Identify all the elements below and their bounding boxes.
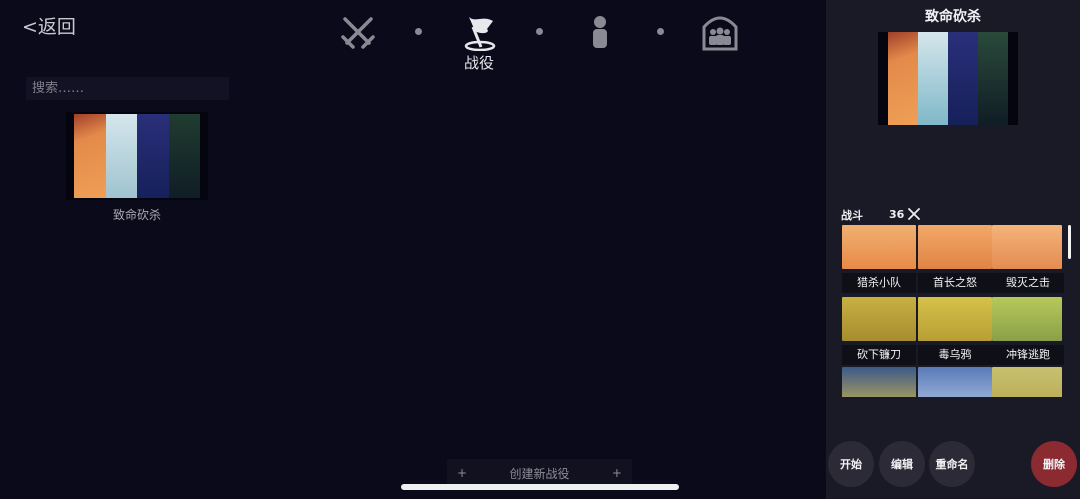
battle-name: 砍下镰刀 <box>842 345 916 365</box>
nav-separator-dot <box>657 28 664 35</box>
battle-name: 首长之怒 <box>918 273 992 293</box>
start-button[interactable]: 开始 <box>828 441 874 487</box>
person-icon[interactable] <box>580 12 620 52</box>
create-campaign-label: 创建新战役 <box>509 466 570 481</box>
top-navigation: 战役 <box>0 0 826 80</box>
nav-active-label: 战役 <box>463 54 494 72</box>
home-indicator <box>401 484 679 490</box>
campaign-thumbnail <box>66 112 208 200</box>
nav-separator-dot <box>536 28 543 35</box>
battle-item[interactable]: 首长之怒 <box>918 225 992 293</box>
battle-name: 毁灭之击 <box>992 273 1064 293</box>
group-icon[interactable] <box>700 12 740 52</box>
battle-grid: 猎杀小队 首长之怒 毁灭之击 砍下镰刀 毒乌鸦 冲锋逃跑 <box>842 225 1064 397</box>
battles-count-value: 36 <box>889 207 905 221</box>
battle-item[interactable] <box>918 367 992 397</box>
campaign-preview-image <box>878 32 1018 125</box>
battle-item[interactable]: 猎杀小队 <box>842 225 916 293</box>
delete-button[interactable]: 删除 <box>1031 441 1077 487</box>
battle-item[interactable]: 砍下镰刀 <box>842 297 916 365</box>
battles-label: 战斗 <box>841 209 863 222</box>
battle-name: 冲锋逃跑 <box>992 345 1064 365</box>
battle-item[interactable] <box>842 367 916 397</box>
battle-item[interactable]: 毒乌鸦 <box>918 297 992 365</box>
battles-count: 36 <box>889 207 921 221</box>
crossed-swords-icon[interactable] <box>338 12 378 52</box>
battle-item[interactable]: 冲锋逃跑 <box>992 297 1064 365</box>
battle-item[interactable]: 毁灭之击 <box>992 225 1064 293</box>
campaign-detail-panel: 致命砍杀 战斗 36 猎杀小队 首长之怒 毁灭之击 砍下镰刀 毒乌鸦 冲锋逃跑 … <box>826 0 1080 499</box>
panel-title: 致命砍杀 <box>925 9 981 25</box>
battle-item[interactable] <box>992 367 1064 397</box>
edit-button[interactable]: 编辑 <box>879 441 925 487</box>
plus-icon: + <box>611 466 622 480</box>
battle-name: 猎杀小队 <box>842 273 916 293</box>
rename-button[interactable]: 重命名 <box>929 441 975 487</box>
crossed-swords-icon <box>908 208 921 220</box>
flag-icon[interactable] <box>460 12 500 52</box>
create-campaign-button[interactable]: + 创建新战役 + <box>447 459 632 487</box>
battle-grid-scrollbar[interactable] <box>1068 225 1071 259</box>
search-input[interactable] <box>26 77 229 100</box>
campaign-name: 致命砍杀 <box>112 208 161 222</box>
plus-icon: + <box>457 466 468 480</box>
battle-name: 毒乌鸦 <box>918 345 992 365</box>
campaign-card[interactable]: 致命砍杀 <box>66 112 208 223</box>
nav-separator-dot <box>415 28 422 35</box>
